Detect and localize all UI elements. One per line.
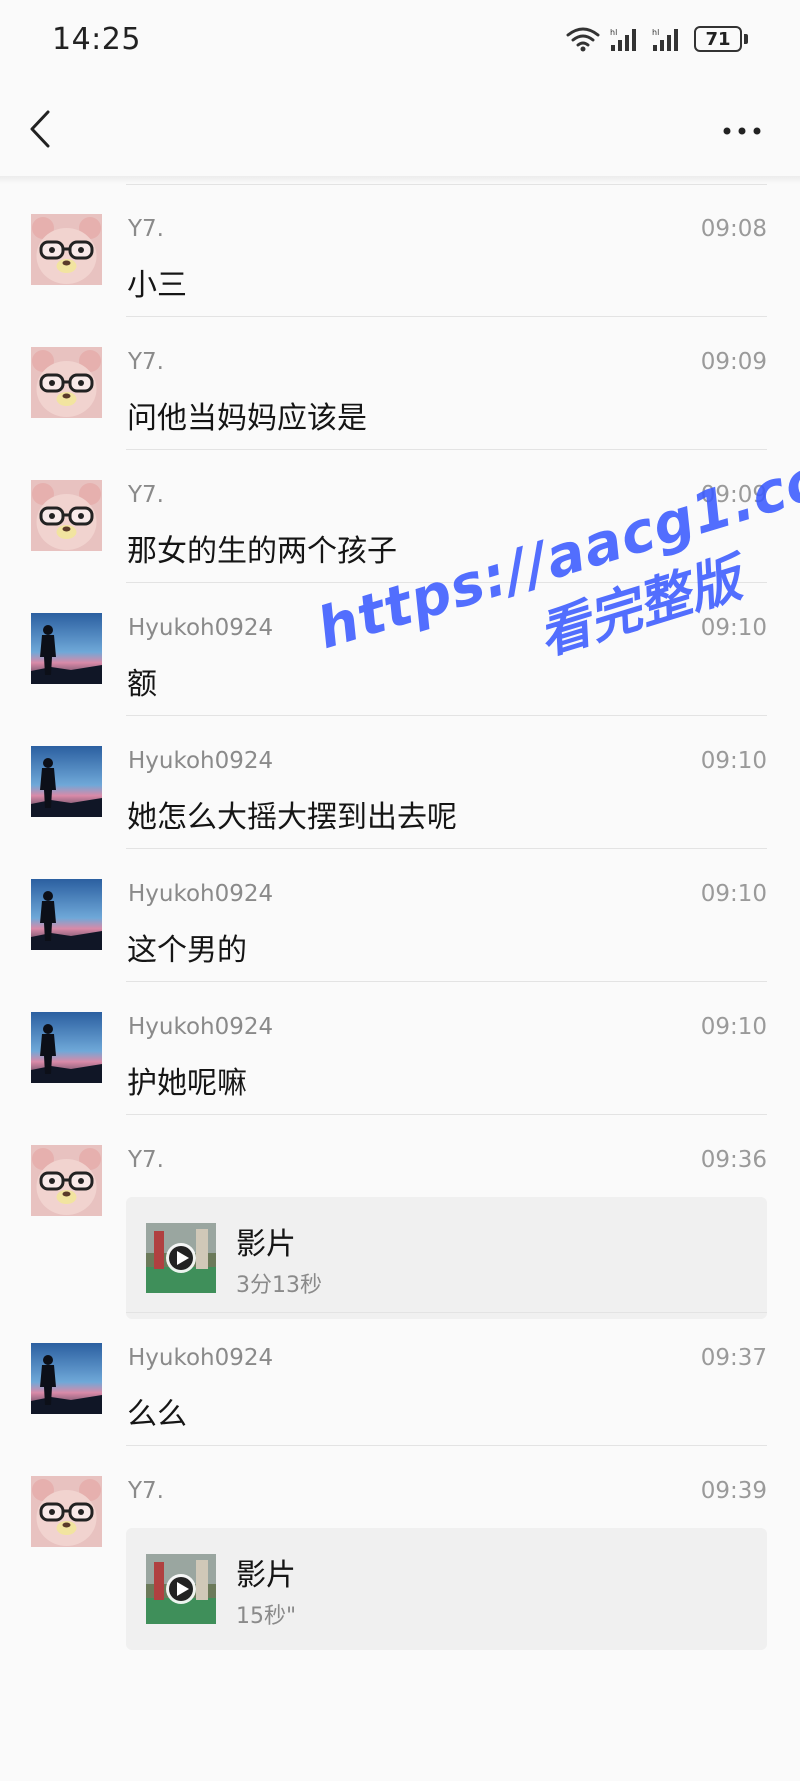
message-text: 护她呢嘛 [127, 1066, 247, 1101]
message-text: 那女的生的两个孩子 [127, 534, 397, 569]
avatar-bear[interactable] [31, 214, 102, 285]
sender-name: Hyukoh0924 [128, 748, 274, 774]
status-icons: hl hl 71 [566, 26, 748, 52]
message-text: 她怎么大摇大摆到出去呢 [127, 800, 457, 835]
avatar-silhouette[interactable] [31, 746, 102, 817]
video-thumbnail[interactable] [146, 1554, 216, 1624]
battery-icon: 71 [694, 26, 748, 52]
message-item[interactable]: Hyukoh0924 09:10 她怎么大摇大摆到出去呢 [0, 716, 800, 849]
sender-name: Y7. [128, 349, 164, 375]
message-item[interactable]: Hyukoh0924 09:10 护她呢嘛 [0, 982, 800, 1115]
message-text: 额 [127, 667, 157, 702]
chevron-left-icon[interactable] [22, 106, 62, 152]
nav-bar [0, 84, 800, 176]
svg-text:hl: hl [610, 28, 617, 37]
video-card[interactable]: 影片 15秒" [126, 1528, 767, 1650]
more-horizontal-icon[interactable] [720, 122, 764, 140]
sender-name: Hyukoh0924 [128, 615, 274, 641]
message-item[interactable]: Y7. 09:09 问他当妈妈应该是 [0, 317, 800, 450]
battery-level: 71 [694, 26, 742, 52]
message-time: 09:10 [700, 881, 767, 907]
sender-name: Hyukoh0924 [128, 1014, 274, 1040]
signal-icon-2: hl [652, 28, 678, 51]
message-item[interactable]: Y7. 09:36 影片 3分13秒 [0, 1115, 800, 1319]
wifi-icon [566, 27, 600, 52]
message-item[interactable]: Y7. 09:08 小三 [0, 184, 800, 317]
svg-text:hl: hl [652, 28, 659, 37]
avatar-bear[interactable] [31, 1476, 102, 1547]
signal-icon: hl [610, 28, 636, 51]
video-title: 影片 [236, 1558, 296, 1593]
video-title: 影片 [236, 1227, 296, 1262]
avatar-silhouette[interactable] [31, 1343, 102, 1414]
avatar-bear[interactable] [31, 480, 102, 551]
nav-shadow [0, 176, 800, 184]
video-duration: 3分13秒 [236, 1273, 322, 1298]
message-text: 小三 [127, 268, 187, 303]
avatar-bear[interactable] [31, 1145, 102, 1216]
play-icon[interactable] [146, 1223, 216, 1293]
message-text: 这个男的 [127, 933, 247, 968]
sender-name: Y7. [128, 216, 164, 242]
status-bar: 14:25 hl hl 71 [0, 0, 800, 84]
avatar-bear[interactable] [31, 347, 102, 418]
video-card[interactable]: 影片 3分13秒 [126, 1197, 767, 1319]
message-time: 09:39 [700, 1478, 767, 1504]
message-time: 09:09 [700, 349, 767, 375]
message-time: 09:10 [700, 1014, 767, 1040]
message-time: 09:36 [700, 1147, 767, 1173]
message-item[interactable]: Hyukoh0924 09:10 这个男的 [0, 849, 800, 982]
sender-name: Hyukoh0924 [128, 1345, 274, 1371]
sender-name: Y7. [128, 1478, 164, 1504]
sender-name: Hyukoh0924 [128, 881, 274, 907]
avatar-silhouette[interactable] [31, 1012, 102, 1083]
avatar-silhouette[interactable] [31, 879, 102, 950]
message-text: 问他当妈妈应该是 [127, 401, 367, 436]
message-time: 09:37 [700, 1345, 767, 1371]
message-item[interactable]: Hyukoh0924 09:37 么么 [0, 1313, 800, 1446]
video-thumbnail[interactable] [146, 1223, 216, 1293]
status-time: 14:25 [52, 22, 141, 57]
message-item[interactable]: Y7. 09:39 影片 15秒" [0, 1446, 800, 1650]
message-time: 09:08 [700, 216, 767, 242]
message-time: 09:10 [700, 748, 767, 774]
sender-name: Y7. [128, 1147, 164, 1173]
avatar-silhouette[interactable] [31, 613, 102, 684]
play-icon[interactable] [146, 1554, 216, 1624]
video-duration: 15秒" [236, 1604, 297, 1629]
sender-name: Y7. [128, 482, 164, 508]
message-text: 么么 [127, 1397, 187, 1432]
